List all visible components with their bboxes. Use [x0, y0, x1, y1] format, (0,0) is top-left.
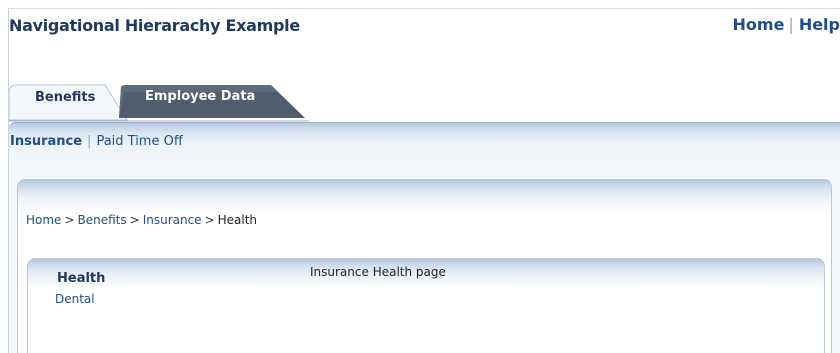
subnav-bar: Insurance | Paid Time Off	[10, 134, 183, 149]
breadcrumb-separator: >	[129, 213, 140, 227]
global-links: Home | Help	[733, 15, 840, 34]
side-nav-item-dental[interactable]: Dental	[55, 292, 95, 306]
breadcrumb-home[interactable]: Home	[26, 213, 61, 227]
link-separator: |	[788, 15, 794, 34]
page-content-text: Insurance Health page	[310, 265, 446, 279]
tab-employee-data[interactable]: Employee Data	[145, 89, 255, 104]
help-link[interactable]: Help	[799, 15, 840, 34]
tab-benefits[interactable]: Benefits	[35, 90, 95, 105]
breadcrumb-insurance[interactable]: Insurance	[143, 213, 202, 227]
home-link[interactable]: Home	[733, 15, 785, 34]
page-title: Navigational Hierarachy Example	[9, 16, 300, 35]
subnav-item-paid-time-off[interactable]: Paid Time Off	[96, 134, 182, 149]
subnav-separator: |	[87, 134, 92, 149]
side-nav-item-health[interactable]: Health	[57, 271, 105, 286]
tab-bar: Benefits Employee Data	[9, 84, 309, 122]
breadcrumb: Home > Benefits > Insurance > Health	[26, 213, 257, 227]
breadcrumb-current: Health	[217, 213, 258, 227]
subnav-item-insurance[interactable]: Insurance	[10, 134, 82, 149]
breadcrumb-separator: >	[204, 213, 215, 227]
breadcrumb-separator: >	[64, 213, 75, 227]
breadcrumb-benefits[interactable]: Benefits	[78, 213, 127, 227]
